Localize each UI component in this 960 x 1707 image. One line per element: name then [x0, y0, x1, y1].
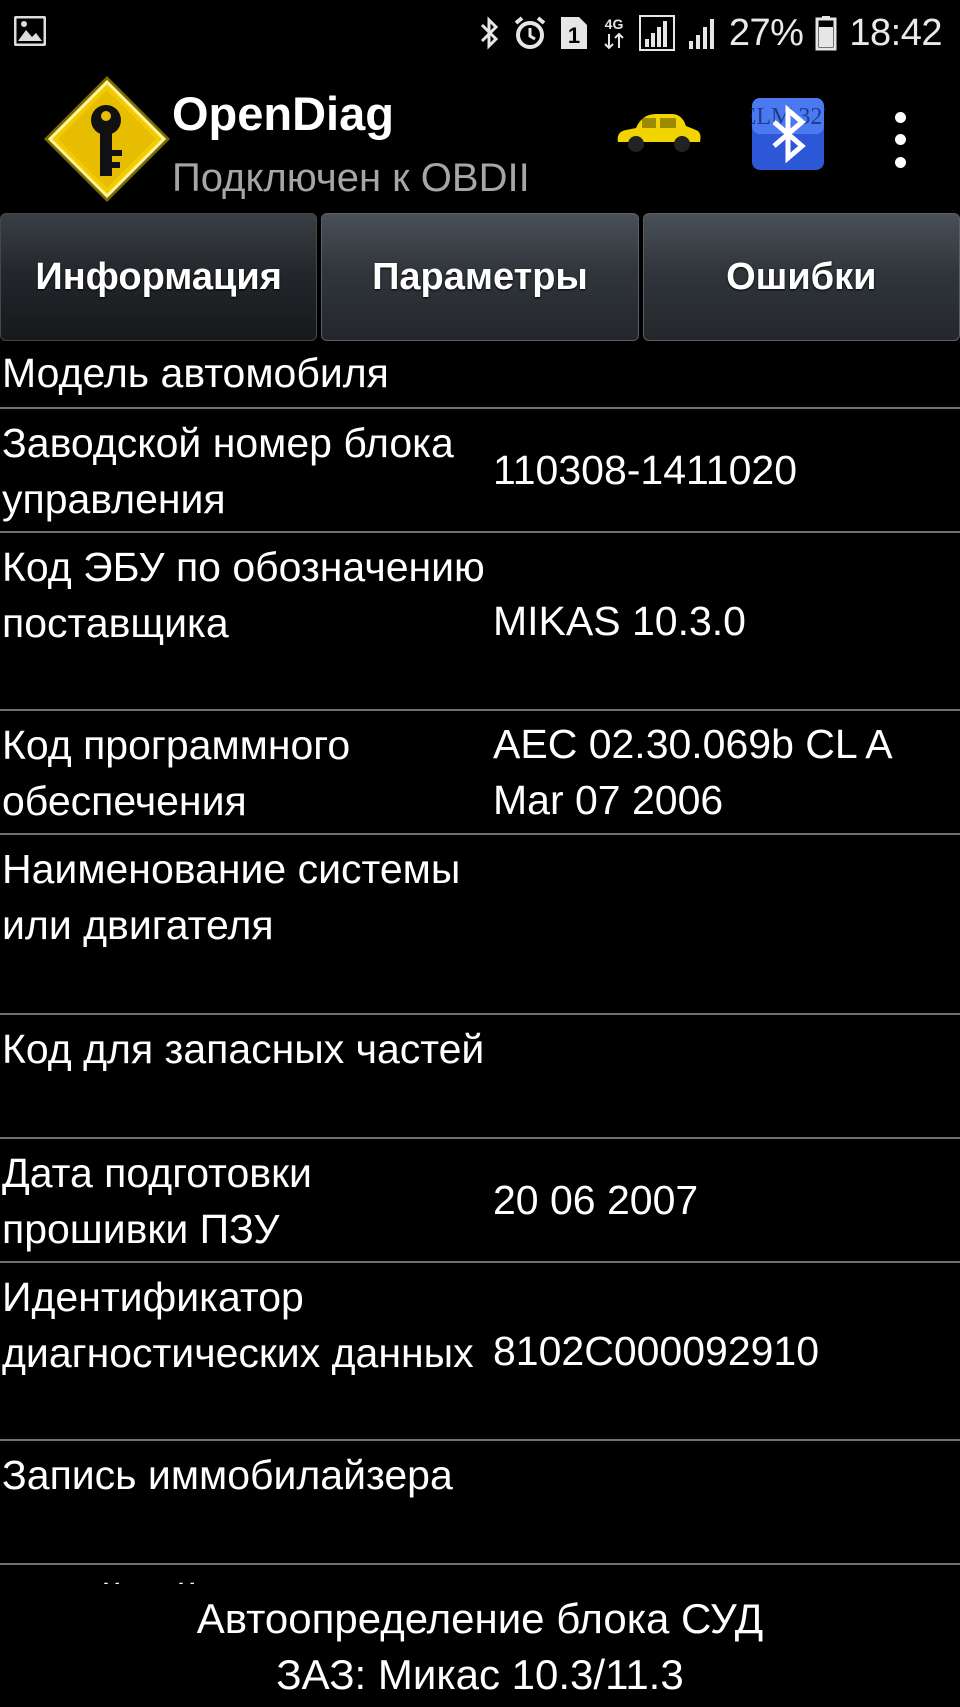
- autodetect-label: Автоопределение блока СУД: [196, 1595, 764, 1642]
- info-value: AEC 02.30.069b CL A Mar 07 2006: [493, 721, 891, 823]
- action-bar: OpenDiag Подключен к OBDII ELM 327: [0, 66, 960, 214]
- info-value: MIKAS 10.3.0: [493, 598, 746, 644]
- car-icon[interactable]: [612, 106, 704, 162]
- info-row-system-name: Наименование системы или двигателя: [0, 835, 960, 1015]
- info-value: [493, 341, 960, 407]
- info-row-serial: Серийный номер: [0, 1565, 960, 1584]
- info-row-software-code: Код программного обеспечения AEC 02.30.0…: [0, 711, 960, 835]
- tab-information[interactable]: Информация: [0, 213, 318, 341]
- info-value: [493, 835, 960, 1013]
- app-title: OpenDiag: [172, 87, 394, 140]
- 4g-icon: 4G: [601, 13, 627, 53]
- bluetooth-icon: [479, 13, 501, 53]
- bluetooth-adapter-icon[interactable]: ELM 327: [742, 96, 834, 172]
- svg-text:1: 1: [568, 23, 580, 48]
- info-row-spare-parts-code: Код для запасных частей: [0, 1015, 960, 1139]
- sim-icon: 1: [559, 13, 589, 53]
- signal-icon: [638, 13, 675, 53]
- info-value: 8102C000092910: [493, 1328, 820, 1374]
- tab-bar: Информация Параметры Ошибки: [0, 213, 960, 341]
- info-value: 110308-1411020: [493, 447, 797, 493]
- detected-ecu-label: ЗАЗ: Микас 10.3/11.3: [276, 1651, 684, 1698]
- battery-icon: [815, 13, 837, 53]
- info-label: Наименование системы или двигателя: [2, 846, 461, 948]
- gallery-icon: [13, 15, 47, 47]
- info-label: Дата подготовки прошивки ПЗУ: [2, 1150, 312, 1252]
- info-label: Серийный номер: [0, 1565, 493, 1584]
- info-label: Код ЭБУ по обозначению поставщика: [2, 544, 485, 646]
- battery-percent: 27%: [728, 11, 804, 54]
- info-label: Модель автомобиля: [2, 350, 389, 396]
- connection-status: Подключен к OBDII: [172, 156, 530, 200]
- info-label: Идентификатор диагностических данных: [2, 1274, 474, 1376]
- overflow-menu-icon[interactable]: [880, 106, 920, 174]
- info-row-rom-date: Дата подготовки прошивки ПЗУ 20 06 2007: [0, 1139, 960, 1263]
- info-value: 20 06 2007: [493, 1177, 699, 1223]
- info-value: [493, 1565, 960, 1584]
- info-row-serial-number: Заводской номер блока управления 110308-…: [0, 409, 960, 533]
- status-bar: 1 4G 27% 18:42: [0, 0, 960, 66]
- info-row-car-model: Модель автомобиля: [0, 341, 960, 409]
- info-row-immobilizer: Запись иммобилайзера: [0, 1441, 960, 1565]
- info-label: Код программного обеспечения: [2, 722, 351, 824]
- alarm-icon: [513, 13, 547, 53]
- info-label: Запись иммобилайзера: [2, 1452, 453, 1498]
- info-value: [493, 1015, 960, 1137]
- info-value: [493, 1441, 960, 1563]
- tab-errors[interactable]: Ошибки: [642, 213, 960, 341]
- info-row-ecu-code: Код ЭБУ по обозначению поставщика MIKAS …: [0, 533, 960, 711]
- info-row-diagnostic-id: Идентификатор диагностических данных 810…: [0, 1263, 960, 1441]
- tab-parameters[interactable]: Параметры: [321, 213, 639, 341]
- info-label: Заводской номер блока управления: [2, 420, 454, 522]
- app-logo-icon: [40, 72, 174, 206]
- svg-text:4G: 4G: [605, 16, 624, 32]
- ecu-detection-panel: Автоопределение блока СУД ЗАЗ: Микас 10.…: [0, 1587, 960, 1707]
- clock: 18:42: [849, 11, 942, 54]
- signal-icon: [687, 13, 717, 53]
- info-label: Код для запасных частей: [2, 1026, 485, 1072]
- ecu-info-list[interactable]: Модель автомобиля Заводской номер блока …: [0, 341, 960, 1584]
